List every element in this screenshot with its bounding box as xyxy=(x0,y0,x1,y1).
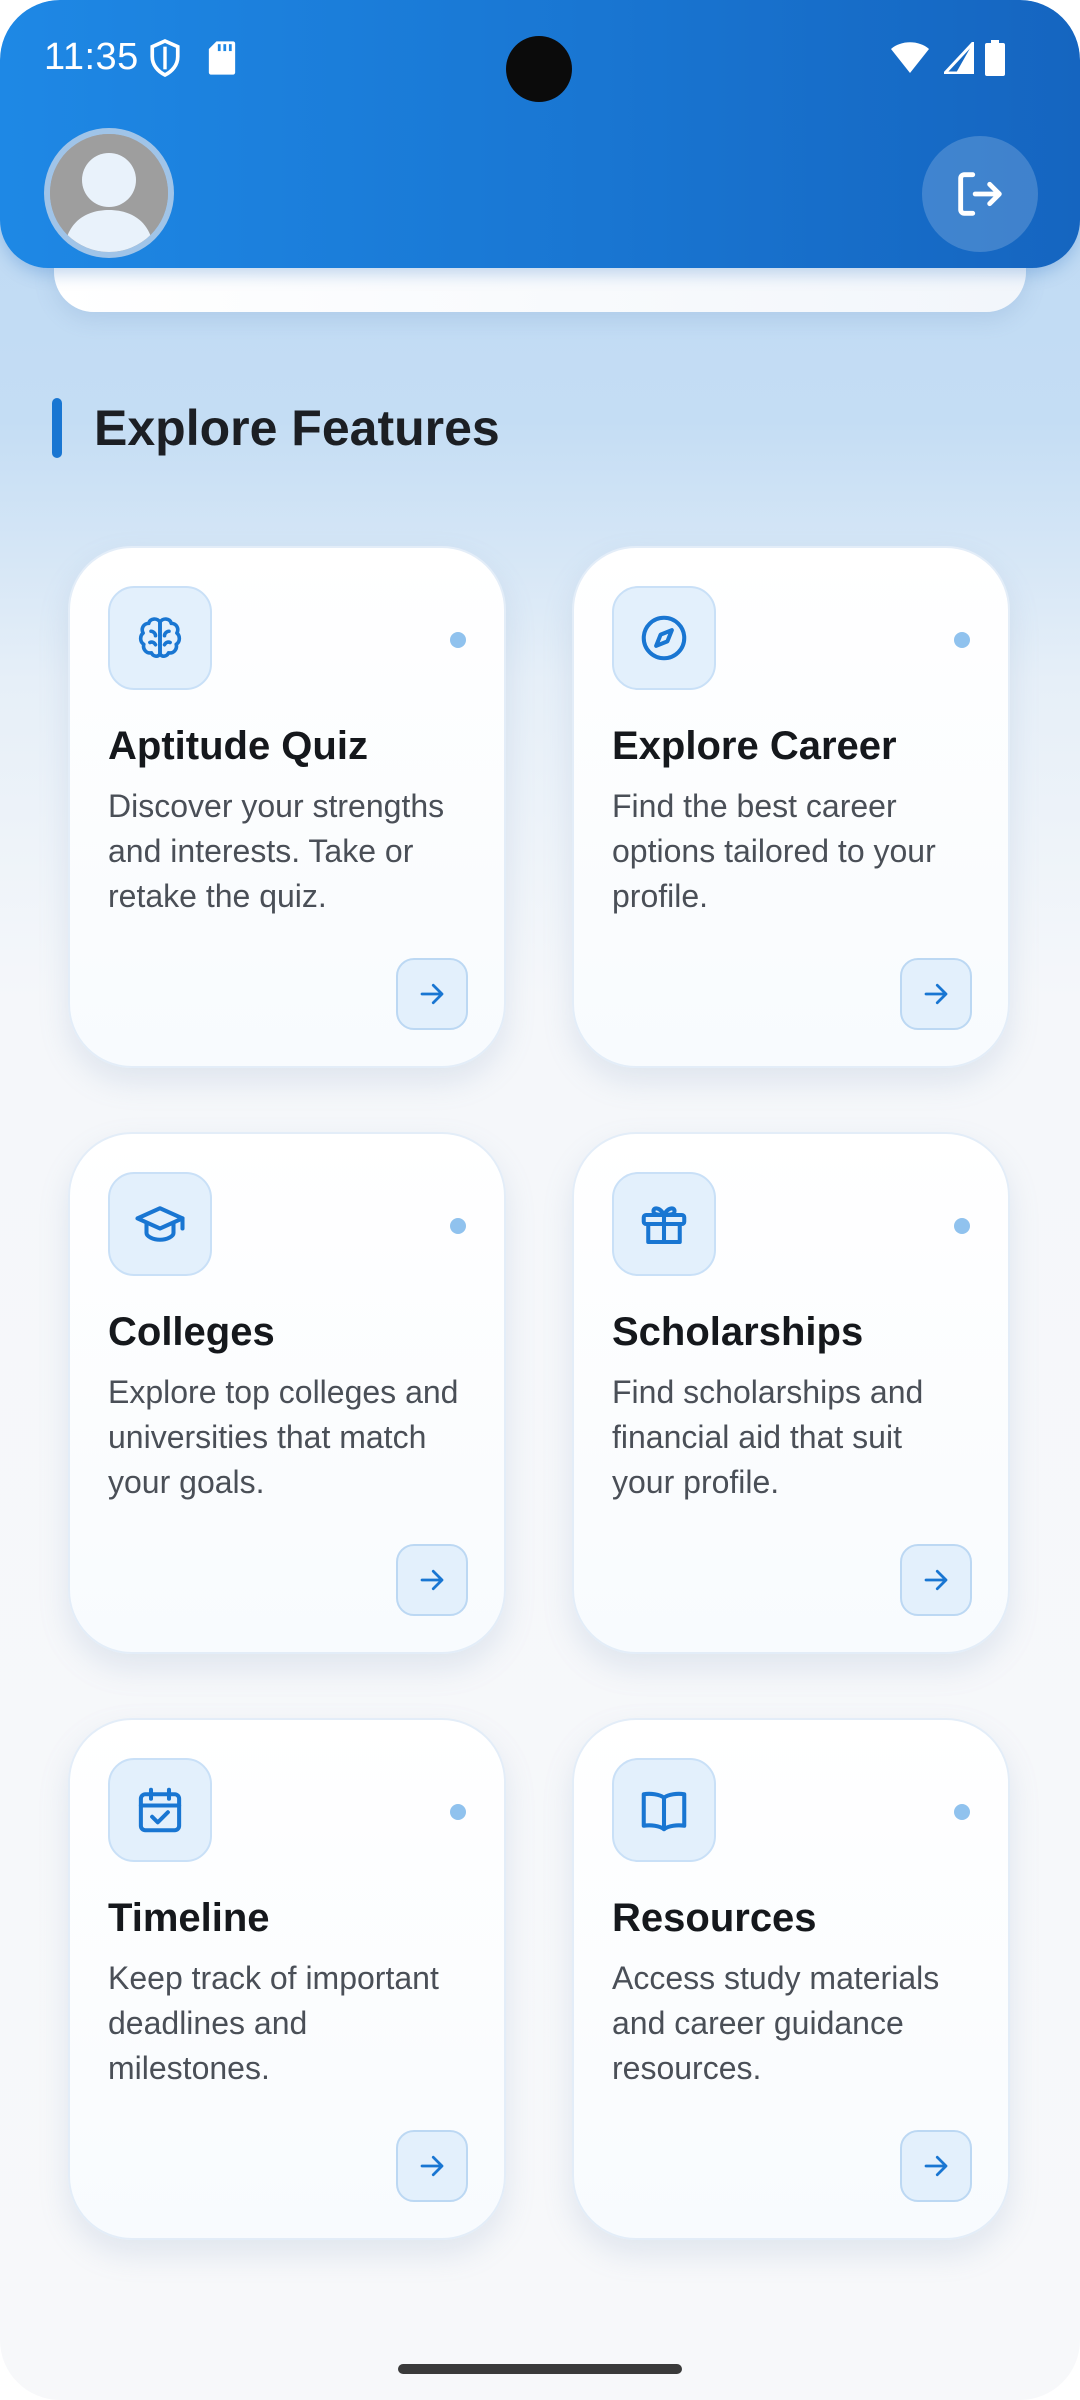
card-arrow-button[interactable] xyxy=(396,958,468,1030)
card-icon-box xyxy=(612,1172,716,1276)
card-indicator-dot xyxy=(450,632,466,648)
section-accent-bar xyxy=(52,398,62,458)
status-bar: 11:35 xyxy=(0,0,1080,120)
card-description: Keep track of important deadlines and mi… xyxy=(108,1960,439,2086)
arrow-right-icon xyxy=(924,983,948,1005)
brain-icon xyxy=(138,617,182,658)
arrow-right-icon xyxy=(420,1569,444,1591)
card-icon-box xyxy=(612,586,716,690)
person-avatar-icon xyxy=(50,134,168,252)
feature-card-timeline[interactable]: Timeline Keep track of important deadlin… xyxy=(68,1718,506,2240)
feature-card-explore-career[interactable]: Explore Career Find the best career opti… xyxy=(572,546,1010,1068)
card-icon-box xyxy=(108,1172,212,1276)
card-icon-box xyxy=(612,1758,716,1862)
card-arrow-button[interactable] xyxy=(396,1544,468,1616)
section-title: Explore Features xyxy=(94,400,500,456)
card-description: Discover your strengths and interests. T… xyxy=(108,788,445,914)
compass-icon xyxy=(641,615,687,661)
arrow-right-icon xyxy=(924,1569,948,1591)
card-indicator-dot xyxy=(954,632,970,648)
card-description: Find the best career options tailored to… xyxy=(612,788,936,914)
card-indicator-dot xyxy=(450,1804,466,1820)
arrow-right-icon xyxy=(420,2155,444,2177)
shield-icon xyxy=(148,38,182,83)
card-title: Aptitude Quiz xyxy=(108,724,368,768)
card-title: Resources xyxy=(612,1896,817,1940)
card-icon-box xyxy=(108,1758,212,1862)
feature-card-scholarships[interactable]: Scholarships Find scholarships and finan… xyxy=(572,1132,1010,1654)
card-arrow-button[interactable] xyxy=(900,2130,972,2202)
card-arrow-button[interactable] xyxy=(900,958,972,1030)
status-time: 11:35 xyxy=(44,36,139,78)
card-icon-box xyxy=(108,586,212,690)
front-camera xyxy=(506,36,572,102)
logout-icon xyxy=(958,172,1002,216)
card-title: Timeline xyxy=(108,1896,270,1940)
card-description: Access study materials and career guidan… xyxy=(612,1960,940,2086)
card-indicator-dot xyxy=(954,1218,970,1234)
profile-avatar[interactable] xyxy=(44,128,174,258)
battery-icon xyxy=(984,40,1006,81)
card-title: Scholarships xyxy=(612,1310,864,1354)
feature-card-aptitude-quiz[interactable]: Aptitude Quiz Discover your strengths an… xyxy=(68,546,506,1068)
wifi-icon xyxy=(890,40,930,79)
feature-card-resources[interactable]: Resources Access study materials and car… xyxy=(572,1718,1010,2240)
card-indicator-dot xyxy=(954,1804,970,1820)
arrow-right-icon xyxy=(924,2155,948,2177)
sd-card-icon xyxy=(208,40,236,81)
feature-card-colleges[interactable]: Colleges Explore top colleges and univer… xyxy=(68,1132,506,1654)
gift-icon xyxy=(641,1206,687,1245)
book-open-icon xyxy=(641,1791,687,1832)
card-arrow-button[interactable] xyxy=(900,1544,972,1616)
home-screen: 11:35 Explore Features Aptitude Quiz Dis… xyxy=(0,0,1080,2400)
arrow-right-icon xyxy=(420,983,444,1005)
card-title: Explore Career xyxy=(612,724,897,768)
graduation-cap-icon xyxy=(135,1206,185,1242)
card-description: Explore top colleges and universities th… xyxy=(108,1374,459,1500)
card-arrow-button[interactable] xyxy=(396,2130,468,2202)
signal-icon xyxy=(941,39,975,79)
home-gesture-bar[interactable] xyxy=(398,2364,682,2374)
app-header: 11:35 xyxy=(0,0,1080,268)
card-indicator-dot xyxy=(450,1218,466,1234)
calendar-check-icon xyxy=(138,1787,182,1833)
card-description: Find scholarships and financial aid that… xyxy=(612,1374,924,1500)
card-title: Colleges xyxy=(108,1310,275,1354)
logout-button[interactable] xyxy=(922,136,1038,252)
